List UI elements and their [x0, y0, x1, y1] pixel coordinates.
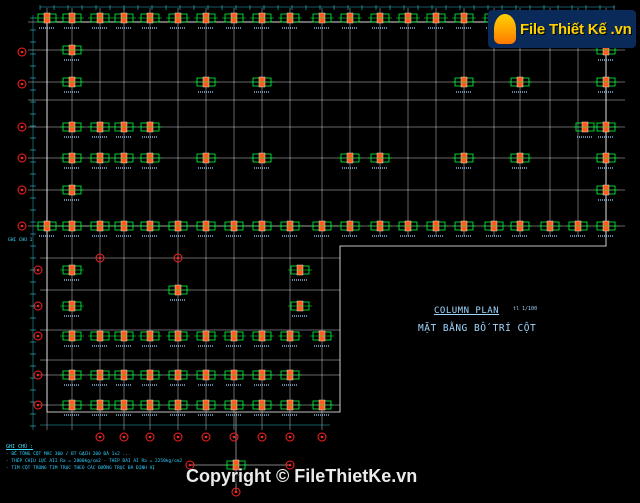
axis-bubble-dot: [288, 435, 292, 439]
axis-bubble: [173, 432, 183, 442]
notes-line: - BÊ TÔNG CỘT MÁC 300 / BT GẠCH 200 ĐÁ 1…: [6, 452, 131, 457]
axis-bubble-dot: [20, 224, 24, 228]
column-marker: [573, 121, 597, 138]
cad-drawing-canvas: [17, 5, 625, 497]
axis-bubble: [229, 432, 239, 442]
dimension-lines: [30, 5, 615, 430]
axis-bubble-dot: [204, 435, 208, 439]
column-markers: [35, 12, 618, 476]
axis-bubble-dot: [36, 373, 40, 377]
axis-bubble: [17, 185, 27, 195]
general-notes: GHI CHÚ : - BÊ TÔNG CỘT MÁC 300 / BT GẠC…: [6, 444, 182, 472]
axis-bubble: [145, 432, 155, 442]
axis-bubble: [317, 432, 327, 442]
logo-text: File Thiết Kế .vn: [520, 20, 632, 38]
notes-heading: GHI CHÚ :: [6, 444, 34, 450]
axis-bubble-dot: [36, 334, 40, 338]
axis-bubble-dot: [20, 50, 24, 54]
axis-bubble-dot: [20, 156, 24, 160]
notes-line: - TIM CỘT TRÙNG TIM TRỤC THEO CÁC ĐƯỜNG …: [6, 466, 156, 471]
axis-bubble: [95, 432, 105, 442]
axis-bubble-dot: [36, 304, 40, 308]
axis-bubble-dot: [232, 435, 236, 439]
axis-bubble-dot: [176, 435, 180, 439]
axis-bubble-dot: [122, 435, 126, 439]
axis-bubble: [201, 432, 211, 442]
axis-bubble-dot: [176, 256, 180, 260]
axis-bubble: [119, 432, 129, 442]
axis-bubble: [17, 47, 27, 57]
axis-bubble-dot: [98, 256, 102, 260]
plan-title: COLUMN PLAN: [434, 306, 500, 316]
plan-subtitle: MẶT BẰNG BỐ TRÍ CỘT: [418, 323, 537, 334]
axis-bubble: [17, 153, 27, 163]
left-note: GHI CHÚ 1: [8, 238, 33, 243]
axis-bubble-dot: [234, 490, 238, 494]
axis-bubble-dot: [36, 403, 40, 407]
axis-bubble-dot: [98, 435, 102, 439]
axis-bubble-dot: [20, 82, 24, 86]
column-marker: [288, 264, 312, 281]
axis-bubble-dot: [36, 268, 40, 272]
axis-bubble: [17, 221, 27, 231]
axis-bubble-dot: [148, 435, 152, 439]
axis-bubble: [257, 432, 267, 442]
axis-bubble: [17, 79, 27, 89]
plan-scale: tl 1/100: [513, 306, 538, 312]
axis-bubbles: [17, 47, 327, 497]
axis-bubble-dot: [20, 125, 24, 129]
site-logo: File Thiết Kế .vn: [488, 10, 636, 48]
notes-line: - THÉP CHỊU LỰC AII Ra = 2800kg/cm2 - TH…: [6, 459, 183, 464]
axis-bubble-dot: [320, 435, 324, 439]
logo-emblem-icon: [494, 14, 516, 44]
axis-bubble: [33, 331, 43, 341]
axis-grid-lines: [28, 8, 625, 492]
column-marker: [288, 300, 312, 317]
copyright-watermark: Copyright © FileThietKe.vn: [186, 466, 418, 486]
axis-bubble: [285, 432, 295, 442]
axis-bubble-dot: [20, 188, 24, 192]
axis-bubble: [17, 122, 27, 132]
axis-bubble-dot: [260, 435, 264, 439]
